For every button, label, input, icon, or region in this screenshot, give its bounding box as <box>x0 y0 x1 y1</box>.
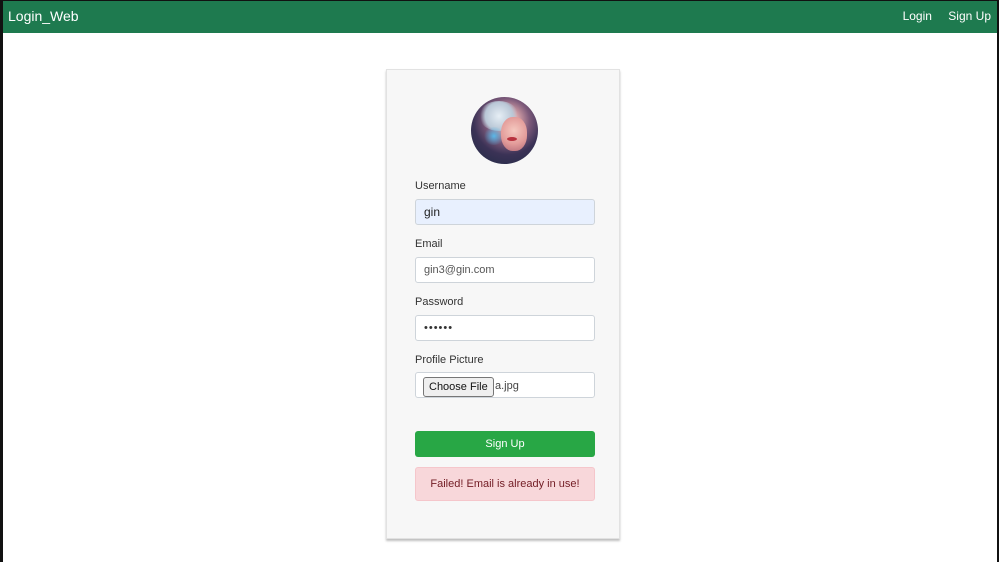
avatar-face <box>501 117 527 151</box>
email-label: Email <box>415 238 443 250</box>
selected-file-name: a.jpg <box>495 380 519 392</box>
signup-submit-button[interactable]: Sign Up <box>415 431 595 457</box>
navbar: Login_Web Login Sign Up <box>3 1 997 33</box>
signup-card: Username Email Password Profile Picture … <box>386 69 620 539</box>
browser-viewport: Login_Web Login Sign Up Username Email P… <box>0 0 999 562</box>
email-input[interactable] <box>415 257 595 283</box>
avatar-lips <box>507 137 517 141</box>
error-alert: Failed! Email is already in use! <box>415 467 595 501</box>
profile-avatar <box>471 97 538 164</box>
brand-link[interactable]: Login_Web <box>8 8 79 24</box>
choose-file-button[interactable]: Choose File <box>423 377 494 397</box>
username-label: Username <box>415 180 466 192</box>
username-input[interactable] <box>415 199 595 225</box>
file-input[interactable]: Choose File a.jpg <box>415 372 595 398</box>
nav-links: Login Sign Up <box>890 9 991 23</box>
password-label: Password <box>415 296 464 308</box>
nav-signup-link[interactable]: Sign Up <box>948 9 991 23</box>
nav-login-link[interactable]: Login <box>903 9 932 23</box>
profile-picture-label: Profile Picture <box>415 354 484 366</box>
password-input[interactable] <box>415 315 595 341</box>
